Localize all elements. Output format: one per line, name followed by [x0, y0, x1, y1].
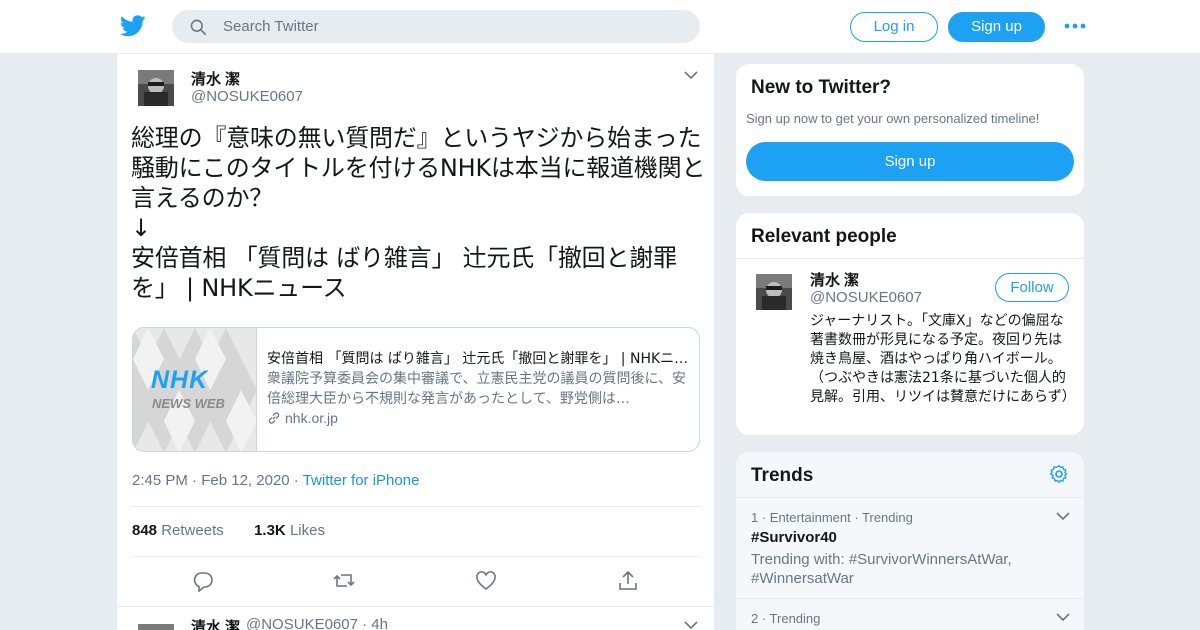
- trend-item[interactable]: 1 · Entertainment · Trending #Survivor40…: [736, 497, 1084, 598]
- likes-count[interactable]: 1.3K: [254, 522, 286, 539]
- divider: [132, 556, 700, 557]
- relevant-people-panel: Relevant people 清水 潔 @NOSUKE0607 Follow …: [735, 212, 1085, 436]
- tweet-text: 総理の『意味の無い質問だ』というヤジから始まった 騒動にこのタイトルを付けるNH…: [131, 124, 706, 302]
- card-domain[interactable]: nhk.or.jp: [267, 410, 338, 426]
- retweets-label[interactable]: Retweets: [161, 522, 224, 539]
- tweet[interactable]: 清水 潔 @NOSUKE0607 総理の『意味の無い質問だ』というヤジから始まっ…: [117, 54, 715, 606]
- next-tweet[interactable]: 清水 潔 @NOSUKE0607 · 4h: [117, 606, 715, 630]
- divider: [132, 506, 700, 507]
- card-description: 衆議院予算委員会の集中審議で、立憲民主党の議員の質問後に、安倍総理大臣から不規則…: [267, 371, 687, 407]
- avatar[interactable]: [138, 70, 174, 106]
- search-box[interactable]: [172, 10, 700, 43]
- author-handle-time[interactable]: @NOSUKE0607 · 4h: [246, 616, 388, 630]
- top-bar: Log in Sign up: [0, 0, 1200, 54]
- panel-title: New to Twitter?: [751, 77, 892, 98]
- avatar[interactable]: [756, 274, 792, 310]
- tweet-time: 2:45 PM: [132, 472, 188, 489]
- retweet-icon[interactable]: [333, 570, 355, 592]
- panel-title: Relevant people: [751, 226, 897, 247]
- trend-related: Trending with: #SurvivorWinnersAtWar, #W…: [751, 551, 1012, 587]
- trend-name[interactable]: #Survivor40: [751, 529, 837, 546]
- twitter-bird-icon[interactable]: [120, 14, 146, 38]
- login-button[interactable]: Log in: [850, 12, 938, 42]
- trend-meta: 2 · Trending: [751, 611, 821, 626]
- share-icon[interactable]: [617, 570, 639, 592]
- panel-subtitle: Sign up now to get your own personalized…: [746, 111, 1040, 126]
- signup-button[interactable]: Sign up: [948, 12, 1045, 42]
- meta-separator: ·: [293, 472, 303, 489]
- follow-button[interactable]: Follow: [995, 273, 1069, 302]
- retweets-count[interactable]: 848: [132, 522, 157, 539]
- person-bio: ジャーナリスト。「文庫X」などの偏屈な著書数冊が形見になる予定。夜回り先は焼き鳥…: [810, 313, 1076, 405]
- person-name[interactable]: 清水 潔: [810, 269, 859, 290]
- tweet-date: Feb 12, 2020: [201, 472, 290, 489]
- card-title[interactable]: 安倍首相 「質問は ばり雑言」 辻元氏「撤回と謝罪を」 | NHKニュース: [267, 348, 689, 368]
- like-icon[interactable]: [475, 570, 497, 592]
- author-name[interactable]: 清水 潔: [191, 68, 240, 89]
- card-domain-text: nhk.or.jp: [285, 410, 338, 426]
- chevron-down-icon[interactable]: [684, 620, 698, 630]
- more-icon[interactable]: [1064, 20, 1086, 32]
- author-handle[interactable]: @NOSUKE0607: [191, 88, 303, 105]
- chevron-down-icon[interactable]: [1056, 613, 1070, 622]
- likes-label[interactable]: Likes: [290, 522, 325, 539]
- tweet-stats: 848 Retweets 1.3K Likes: [132, 522, 325, 539]
- search-icon: [190, 19, 207, 36]
- gear-icon[interactable]: [1049, 464, 1069, 484]
- panel-title: Trends: [751, 465, 814, 486]
- nhk-logo: NHK: [151, 366, 209, 394]
- card-image: NHK NEWS WEB: [133, 328, 257, 451]
- person-handle[interactable]: @NOSUKE0607: [810, 289, 922, 306]
- nhk-logo-sub: NEWS WEB: [152, 396, 225, 411]
- meta-separator: ·: [192, 472, 202, 489]
- trends-panel: Trends 1 · Entertainment · Trending #Sur…: [735, 451, 1085, 630]
- chevron-down-icon[interactable]: [1056, 512, 1070, 521]
- tweet-source-link[interactable]: Twitter for iPhone: [303, 472, 420, 489]
- trend-meta: 1 · Entertainment · Trending: [751, 510, 913, 525]
- avatar[interactable]: [138, 624, 174, 630]
- link-icon: [268, 412, 280, 424]
- reply-icon[interactable]: [192, 570, 214, 592]
- chevron-down-icon[interactable]: [684, 70, 698, 80]
- link-card[interactable]: NHK NEWS WEB 安倍首相 「質問は ばり雑言」 辻元氏「撤回と謝罪を」…: [132, 327, 700, 452]
- trend-item[interactable]: 2 · Trending: [736, 598, 1084, 630]
- new-to-twitter-panel: New to Twitter? Sign up now to get your …: [735, 63, 1085, 197]
- panel-signup-button[interactable]: Sign up: [746, 142, 1074, 181]
- author-name[interactable]: 清水 潔: [191, 616, 240, 630]
- timeline-column: 清水 潔 @NOSUKE0607 総理の『意味の無い質問だ』というヤジから始まっ…: [116, 54, 715, 630]
- tweet-meta: 2:45 PM · Feb 12, 2020 · Twitter for iPh…: [132, 472, 419, 489]
- search-input[interactable]: [223, 11, 683, 42]
- divider: [736, 258, 1084, 259]
